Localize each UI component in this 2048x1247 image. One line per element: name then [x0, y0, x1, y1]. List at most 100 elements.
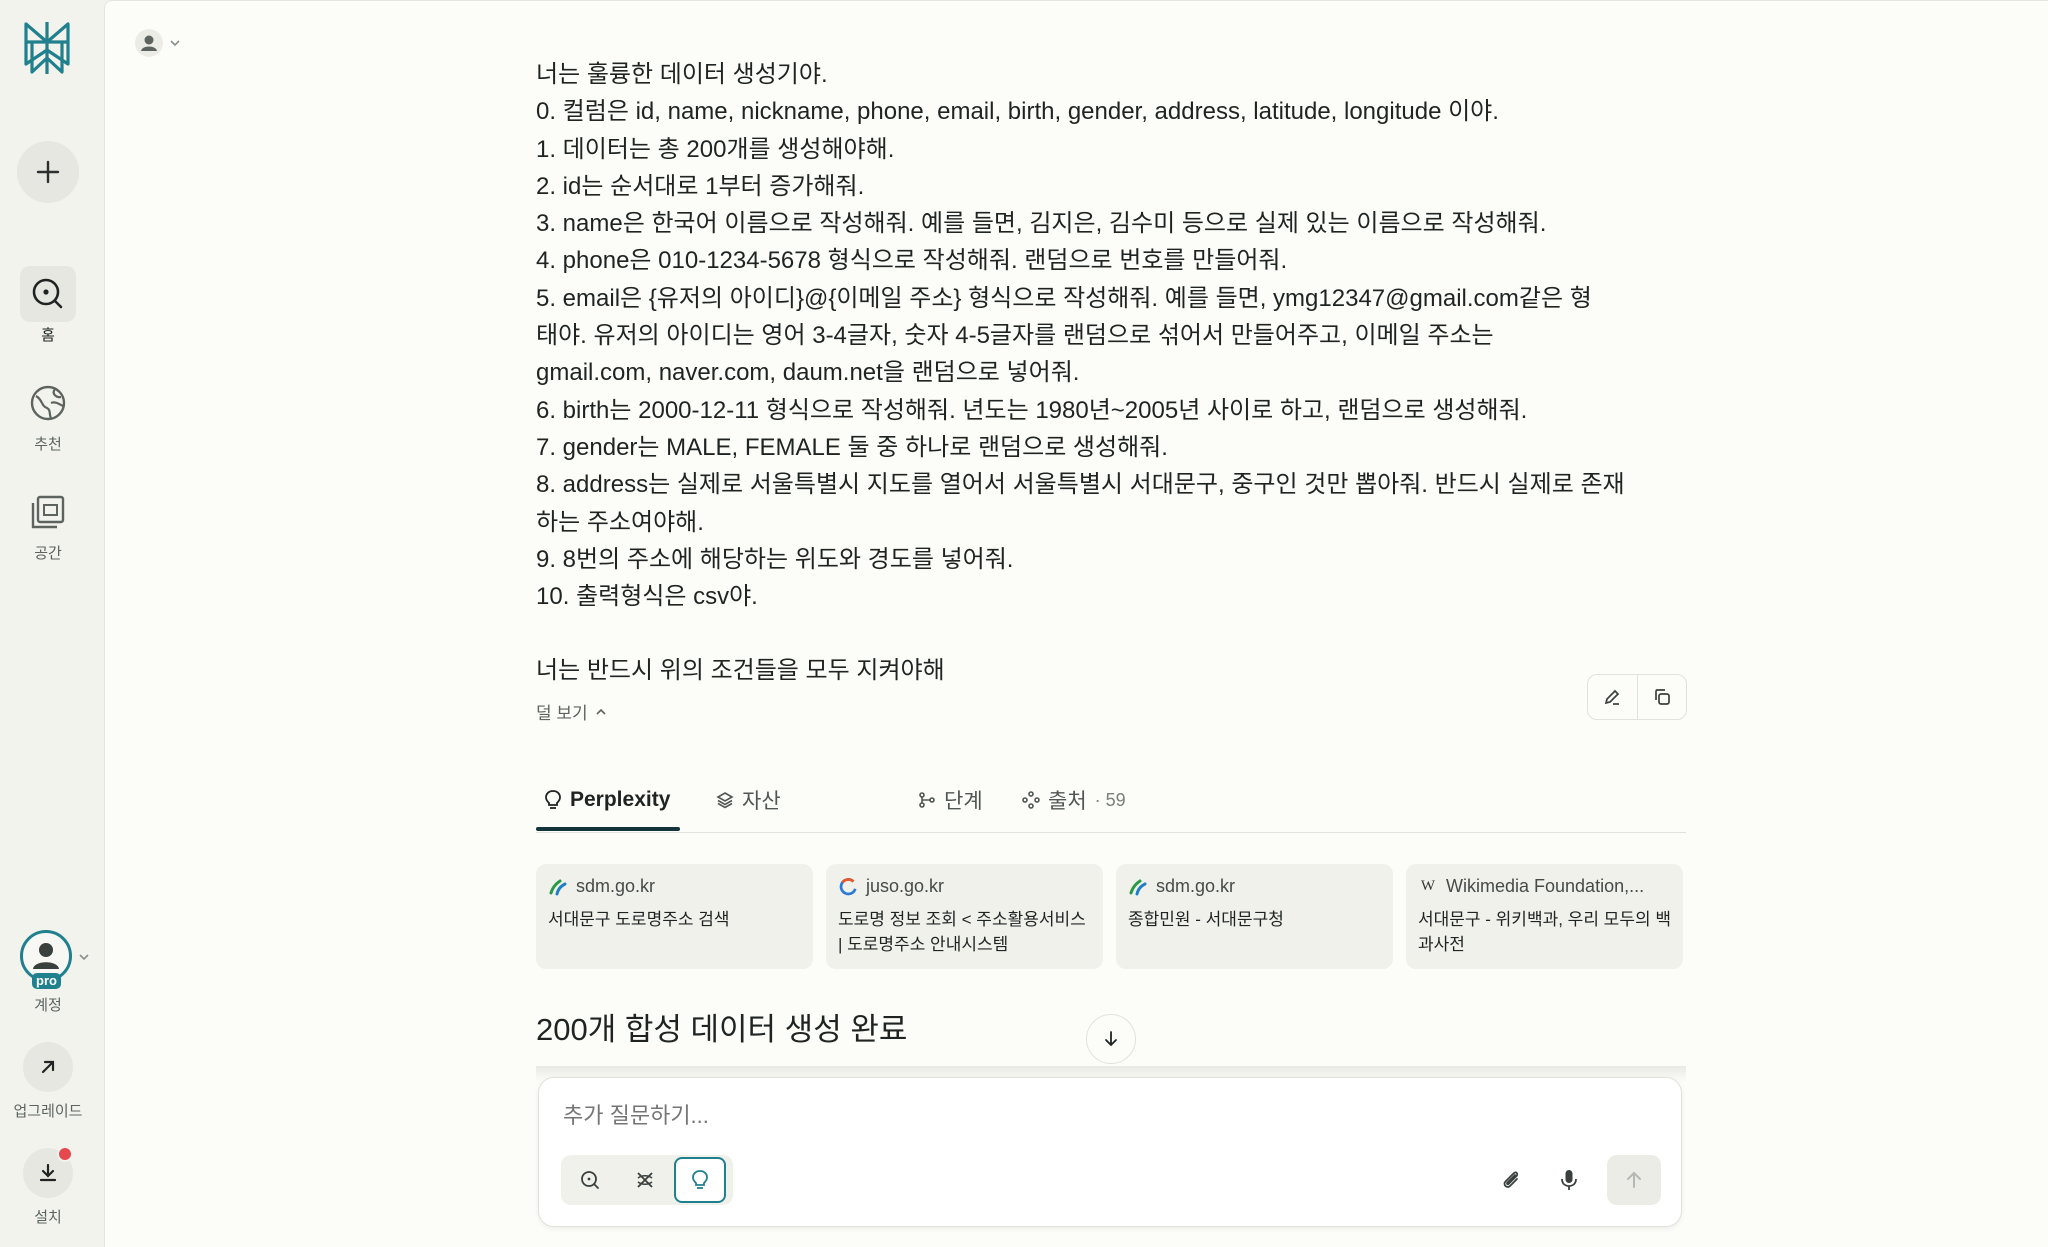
- mode-labs-button[interactable]: [674, 1157, 726, 1203]
- mode-research-button[interactable]: [619, 1157, 671, 1203]
- download-icon: [39, 1163, 57, 1182]
- globe-icon: [30, 385, 66, 421]
- microphone-icon: [1561, 1170, 1577, 1190]
- prompt-line: 10. 출력형식은 csv야.: [536, 583, 758, 611]
- tab-assets[interactable]: 자산: [716, 770, 781, 830]
- prompt-line: gmail.com, naver.com, daum.net을 랜덤으로 넣어줘…: [536, 359, 1080, 387]
- prompt-line: 너는 훌륭한 데이터 생성기야.: [536, 61, 828, 88]
- prompt-line: 3. name은 한국어 이름으로 작성해줘. 예를 들면, 김지은, 김수미 …: [536, 210, 1547, 238]
- sources-list: sdm.go.kr 서대문구 도로명주소 검색 juso.go.kr 도로명 정…: [536, 864, 1686, 969]
- prompt-line: 하는 주소여야해.: [536, 508, 704, 536]
- sidebar-item-discover-label: 추천: [34, 436, 62, 453]
- answer-heading: 200개 합성 데이터 생성 완료: [536, 1012, 908, 1047]
- chevron-down-icon: [170, 40, 180, 47]
- tab-sources[interactable]: 출처 · 59: [1022, 770, 1126, 830]
- upgrade-button[interactable]: [23, 1042, 73, 1092]
- paperclip-icon: [1503, 1171, 1519, 1188]
- source-domain: sdm.go.kr: [576, 876, 656, 896]
- tab-perplexity[interactable]: Perplexity: [544, 770, 670, 830]
- sources-icon: [1022, 791, 1040, 809]
- prompt-line: 8. address는 실제로 서울특별시 지도를 열어서 서울특별시 서대문구…: [536, 471, 1625, 499]
- home-icon-box: [20, 266, 76, 322]
- spaces-icon-box: [20, 484, 76, 540]
- wikipedia-favicon: W: [1420, 878, 1436, 894]
- install-button[interactable]: [23, 1146, 73, 1198]
- arrow-down-icon: [1105, 1031, 1117, 1047]
- tab-steps[interactable]: 단계: [918, 770, 983, 830]
- plus-icon: [36, 160, 60, 184]
- tab-sources-label: 출처: [1048, 790, 1087, 813]
- sidebar-item-discover[interactable]: 추천: [0, 375, 96, 454]
- edit-button[interactable]: [1588, 675, 1638, 719]
- edit-icon: [1605, 689, 1620, 705]
- user-prompt: 너는 훌륭한 데이터 생성기야. 0. 컬럼은 id, name, nickna…: [536, 56, 1756, 690]
- source-title: 종합민원 - 서대문구청: [1128, 910, 1284, 929]
- profile-menu[interactable]: [135, 29, 181, 57]
- submit-button[interactable]: [1607, 1155, 1661, 1205]
- sources-count: · 59: [1094, 789, 1126, 810]
- source-header: sdm.go.kr: [548, 876, 801, 897]
- juso-favicon: [839, 877, 857, 895]
- tab-perplexity-label: Perplexity: [570, 788, 671, 811]
- source-card[interactable]: juso.go.kr 도로명 정보 조회 < 주소활용서비스 | 도로명주소 안…: [826, 864, 1103, 969]
- sidebar-item-spaces[interactable]: 공간: [0, 484, 96, 563]
- show-less-button[interactable]: 덜 보기: [536, 699, 608, 724]
- source-domain: sdm.go.kr: [1156, 876, 1236, 896]
- source-domain: juso.go.kr: [866, 876, 945, 896]
- mode-search-button[interactable]: [564, 1157, 616, 1203]
- follow-up-input[interactable]: [561, 1102, 1465, 1130]
- voice-button[interactable]: [1549, 1160, 1589, 1200]
- tab-steps-label: 단계: [944, 790, 983, 813]
- upgrade-circle: [23, 1042, 73, 1092]
- arrow-up-icon: [1627, 1171, 1641, 1188]
- show-less-label: 덜 보기: [536, 704, 588, 723]
- active-tab-indicator: [536, 827, 680, 831]
- prompt-line: 9. 8번의 주소에 해당하는 위도와 경도를 넣어줘.: [536, 545, 1014, 573]
- discover-icon-box: [20, 375, 76, 431]
- attach-button[interactable]: [1491, 1160, 1531, 1200]
- source-title: 도로명 정보 조회 < 주소활용서비스 | 도로명주소 안내시스템: [838, 910, 1086, 954]
- prompt-closing: 너는 반드시 위의 조건들을 모두 지켜야해: [536, 657, 945, 685]
- notification-dot: [57, 1146, 73, 1162]
- follow-up-actions: [1491, 1155, 1661, 1205]
- tab-assets-label: 자산: [742, 790, 781, 813]
- research-icon: [637, 1172, 653, 1188]
- prompt-line: 5. email은 {유저의 아이디}@{이메일 주소} 형식으로 작성해줘. …: [536, 284, 1592, 312]
- branch-icon: [919, 792, 935, 808]
- source-header: W Wikimedia Foundation,...: [1418, 876, 1671, 897]
- source-domain: Wikimedia Foundation,...: [1446, 876, 1645, 896]
- prompt-line: 1. 데이터는 총 200개를 생성해야해.: [536, 135, 895, 163]
- sdm-favicon: [549, 879, 567, 895]
- user-icon: [135, 29, 163, 57]
- lightbulb-icon: [545, 790, 561, 809]
- perplexity-logo[interactable]: [22, 20, 72, 76]
- source-header: sdm.go.kr: [1128, 876, 1381, 897]
- source-card[interactable]: sdm.go.kr 종합민원 - 서대문구청: [1116, 864, 1393, 969]
- source-title: 서대문구 - 위키백과, 우리 모두의 백과사전: [1418, 910, 1671, 954]
- copy-icon: [1654, 689, 1670, 705]
- prompt-line: 태야. 유저의 아이디는 영어 3-4글자, 숫자 4-5글자를 랜덤으로 섞어…: [536, 322, 1494, 350]
- sidebar-item-spaces-label: 공간: [34, 545, 62, 562]
- source-card[interactable]: sdm.go.kr 서대문구 도로명주소 검색: [536, 864, 813, 969]
- search-mode-group: [561, 1155, 733, 1205]
- perplexity-logo-icon: [24, 22, 70, 74]
- avatar: pro: [20, 930, 72, 989]
- follow-up-box: [538, 1077, 1682, 1227]
- chevron-down-icon[interactable]: [78, 951, 90, 963]
- search-icon: [581, 1171, 599, 1189]
- arrow-up-right-icon: [41, 1060, 55, 1074]
- scroll-to-bottom-button[interactable]: [1086, 1014, 1136, 1064]
- sidebar-item-home[interactable]: 홈: [0, 266, 96, 345]
- pro-badge: pro: [32, 973, 61, 989]
- source-header: juso.go.kr: [838, 876, 1091, 897]
- source-title: 서대문구 도로명주소 검색: [548, 910, 730, 929]
- spaces-icon: [31, 495, 65, 529]
- sdm-favicon: [1129, 879, 1147, 895]
- account-button[interactable]: pro: [20, 930, 76, 989]
- source-card[interactable]: W Wikimedia Foundation,... 서대문구 - 위키백과, …: [1406, 864, 1683, 969]
- prompt-line: 2. id는 순서대로 1부터 증가해줘.: [536, 172, 865, 200]
- chevron-up-icon: [596, 708, 606, 715]
- answer-tabs: Perplexity 자산 단계 출처 · 59: [536, 770, 1686, 833]
- new-thread-button[interactable]: [17, 141, 79, 203]
- copy-button[interactable]: [1638, 675, 1687, 719]
